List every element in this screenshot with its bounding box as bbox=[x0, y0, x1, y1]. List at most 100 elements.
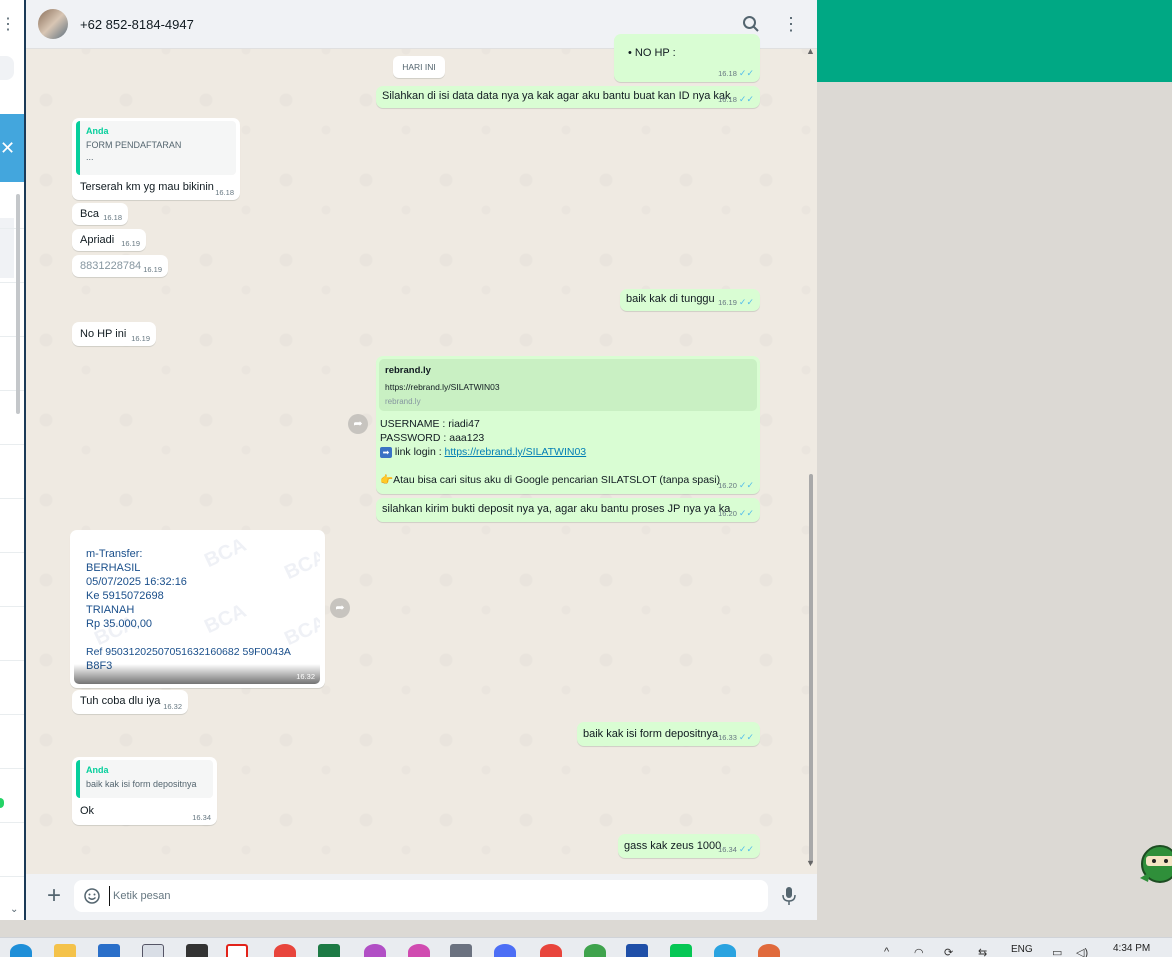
opera-browser-icon[interactable] bbox=[226, 944, 248, 957]
store-icon[interactable] bbox=[98, 944, 120, 957]
message-time: 16.34 bbox=[192, 813, 211, 822]
wifi-icon[interactable]: ▭ bbox=[1052, 946, 1062, 957]
message-incoming[interactable]: Anda baik kak isi form depositnya Ok 16.… bbox=[72, 757, 217, 825]
message-time: 16.18 bbox=[718, 95, 737, 104]
chevron-up-icon[interactable]: ▲ bbox=[806, 46, 815, 56]
close-icon[interactable]: ✕ bbox=[0, 138, 15, 158]
chat-panel: +62 852-8184-4947 ⋮ HARI INI • NO HP : 1… bbox=[26, 0, 817, 920]
receipt-line: Ref 95031202507051632160682 59F0043A bbox=[86, 646, 291, 658]
excel-icon[interactable] bbox=[318, 944, 340, 957]
read-ticks-icon: ✓✓ bbox=[738, 68, 754, 78]
receipt-line: 05/07/2025 16:32:16 bbox=[86, 576, 187, 588]
quote-text: baik kak isi form depositnya bbox=[86, 779, 197, 789]
message-input[interactable] bbox=[109, 886, 749, 906]
link-preview-url: https://rebrand.ly/SILATWIN03 bbox=[385, 382, 500, 392]
quoted-message[interactable]: Anda baik kak isi form depositnya bbox=[76, 760, 213, 798]
transfer-receipt-image[interactable]: BCA BCA BCA BCA BCA m-Transfer: BERHASIL… bbox=[74, 534, 320, 684]
emoji-icon[interactable] bbox=[84, 888, 100, 904]
message-incoming-image[interactable]: BCA BCA BCA BCA BCA m-Transfer: BERHASIL… bbox=[70, 530, 325, 688]
terminal-icon[interactable] bbox=[186, 944, 208, 957]
password-line: PASSWORD : aaa123 bbox=[380, 432, 485, 444]
scrollbar-thumb[interactable] bbox=[809, 474, 813, 864]
keyboard-language[interactable]: ENG bbox=[1011, 944, 1033, 955]
message-incoming[interactable]: 8831228784 16.19 bbox=[72, 255, 168, 277]
sync-icon[interactable]: ⇆ bbox=[978, 946, 987, 957]
avatar[interactable] bbox=[38, 9, 68, 39]
message-outgoing[interactable]: gass kak zeus 1000 16.34 ✓✓ bbox=[618, 834, 760, 858]
chrome-profile-icon[interactable] bbox=[758, 944, 780, 957]
line-app-icon[interactable] bbox=[670, 944, 692, 957]
message-text: Bca bbox=[80, 208, 99, 220]
message-meta: 16.20 ✓✓ bbox=[718, 480, 754, 491]
link-preview-title: rebrand.ly bbox=[385, 365, 431, 376]
plus-icon[interactable]: + bbox=[44, 883, 64, 909]
window-app-icon[interactable] bbox=[142, 944, 164, 957]
refresh-icon[interactable]: ⟳ bbox=[944, 946, 953, 957]
app-background-band bbox=[817, 0, 1172, 82]
link-preview[interactable]: rebrand.ly https://rebrand.ly/SILATWIN03… bbox=[379, 359, 757, 411]
message-time: 16.19 bbox=[143, 265, 162, 274]
chevron-down-icon[interactable]: ⌄ bbox=[10, 904, 18, 915]
sidebar-scrollbar[interactable] bbox=[16, 194, 20, 414]
search-icon[interactable] bbox=[742, 15, 760, 33]
chat-row-divider bbox=[0, 282, 24, 283]
chevron-down-icon[interactable]: ▼ bbox=[806, 858, 815, 868]
message-time: 16.19 bbox=[131, 334, 150, 343]
read-ticks-icon: ✓✓ bbox=[738, 508, 754, 518]
menu-icon[interactable]: ⋮ bbox=[782, 13, 800, 35]
chrome-profile-icon[interactable] bbox=[364, 944, 386, 957]
message-time: 16.33 bbox=[718, 733, 737, 742]
message-time: 16.20 bbox=[718, 481, 737, 490]
volume-icon[interactable]: ◁) bbox=[1076, 946, 1088, 957]
forward-icon[interactable]: ➦ bbox=[330, 598, 350, 618]
chrome-profile-icon[interactable] bbox=[540, 944, 562, 957]
receipt-line: TRIANAH bbox=[86, 604, 135, 616]
message-text: • NO HP : bbox=[628, 47, 676, 59]
edge-browser-icon[interactable] bbox=[10, 944, 32, 957]
read-ticks-icon: ✓✓ bbox=[738, 844, 754, 854]
day-separator: HARI INI bbox=[393, 56, 445, 78]
mic-icon[interactable] bbox=[781, 886, 797, 906]
message-time: 16.18 bbox=[718, 69, 737, 78]
message-time: 16.32 bbox=[296, 672, 315, 681]
sidebar-search-stub[interactable] bbox=[0, 56, 14, 80]
message-time: 16.20 bbox=[718, 509, 737, 518]
sidebar-menu-icon[interactable]: ⋮ bbox=[0, 14, 16, 34]
message-incoming[interactable]: Tuh coba dlu iya 16.32 bbox=[72, 690, 188, 714]
message-incoming[interactable]: No HP ini 16.19 bbox=[72, 322, 156, 346]
message-input-box[interactable] bbox=[74, 880, 768, 912]
chat-list-sidebar: ⋮ ✕ ⌄ bbox=[0, 0, 26, 920]
chat-scrollbar[interactable]: ▲ ▼ bbox=[806, 46, 816, 874]
chrome-profile-icon[interactable] bbox=[494, 944, 516, 957]
contact-name[interactable]: +62 852-8184-4947 bbox=[80, 17, 194, 32]
chrome-profile-icon[interactable] bbox=[584, 944, 606, 957]
message-outgoing[interactable]: • NO HP : 16.18 ✓✓ bbox=[614, 34, 760, 82]
app-icon[interactable] bbox=[450, 944, 472, 957]
message-outgoing[interactable]: silahkan kirim bukti deposit nya ya, aga… bbox=[376, 498, 760, 522]
app-icon[interactable] bbox=[626, 944, 648, 957]
message-incoming[interactable]: Apriadi 16.19 bbox=[72, 229, 146, 251]
message-meta: 16.18 ✓✓ bbox=[718, 94, 754, 105]
login-link[interactable]: https://rebrand.ly/SILATWIN03 bbox=[445, 446, 587, 458]
chat-row-divider bbox=[0, 876, 24, 877]
file-explorer-icon[interactable] bbox=[54, 944, 76, 957]
message-meta: 16.33 ✓✓ bbox=[718, 732, 754, 743]
message-time: 16.34 bbox=[718, 845, 737, 854]
telegram-icon[interactable] bbox=[714, 944, 736, 957]
message-outgoing[interactable]: baik kak isi form depositnya 16.33 ✓✓ bbox=[577, 722, 760, 746]
notification-banner[interactable]: ✕ bbox=[0, 114, 24, 182]
message-outgoing[interactable]: baik kak di tunggu 16.19 ✓✓ bbox=[620, 289, 760, 311]
quoted-message[interactable]: Anda FORM PENDAFTARAN ... bbox=[76, 121, 236, 175]
forward-icon[interactable]: ➦ bbox=[348, 414, 368, 434]
message-incoming[interactable]: Bca 16.18 bbox=[72, 203, 128, 225]
chrome-icon[interactable] bbox=[274, 944, 296, 957]
network-icon[interactable]: ◠ bbox=[914, 946, 924, 957]
message-outgoing[interactable]: Silahkan di isi data data nya ya kak aga… bbox=[376, 86, 760, 108]
chrome-profile-icon[interactable] bbox=[408, 944, 430, 957]
message-outgoing-link[interactable]: rebrand.ly https://rebrand.ly/SILATWIN03… bbox=[376, 356, 760, 494]
selected-chat-row[interactable] bbox=[0, 218, 14, 278]
receipt-watermark: BCA bbox=[281, 545, 320, 585]
message-incoming[interactable]: Anda FORM PENDAFTARAN ... Terserah km yg… bbox=[72, 118, 240, 200]
clock[interactable]: 4:34 PM bbox=[1113, 943, 1150, 954]
chevron-up-icon[interactable]: ^ bbox=[884, 946, 889, 957]
